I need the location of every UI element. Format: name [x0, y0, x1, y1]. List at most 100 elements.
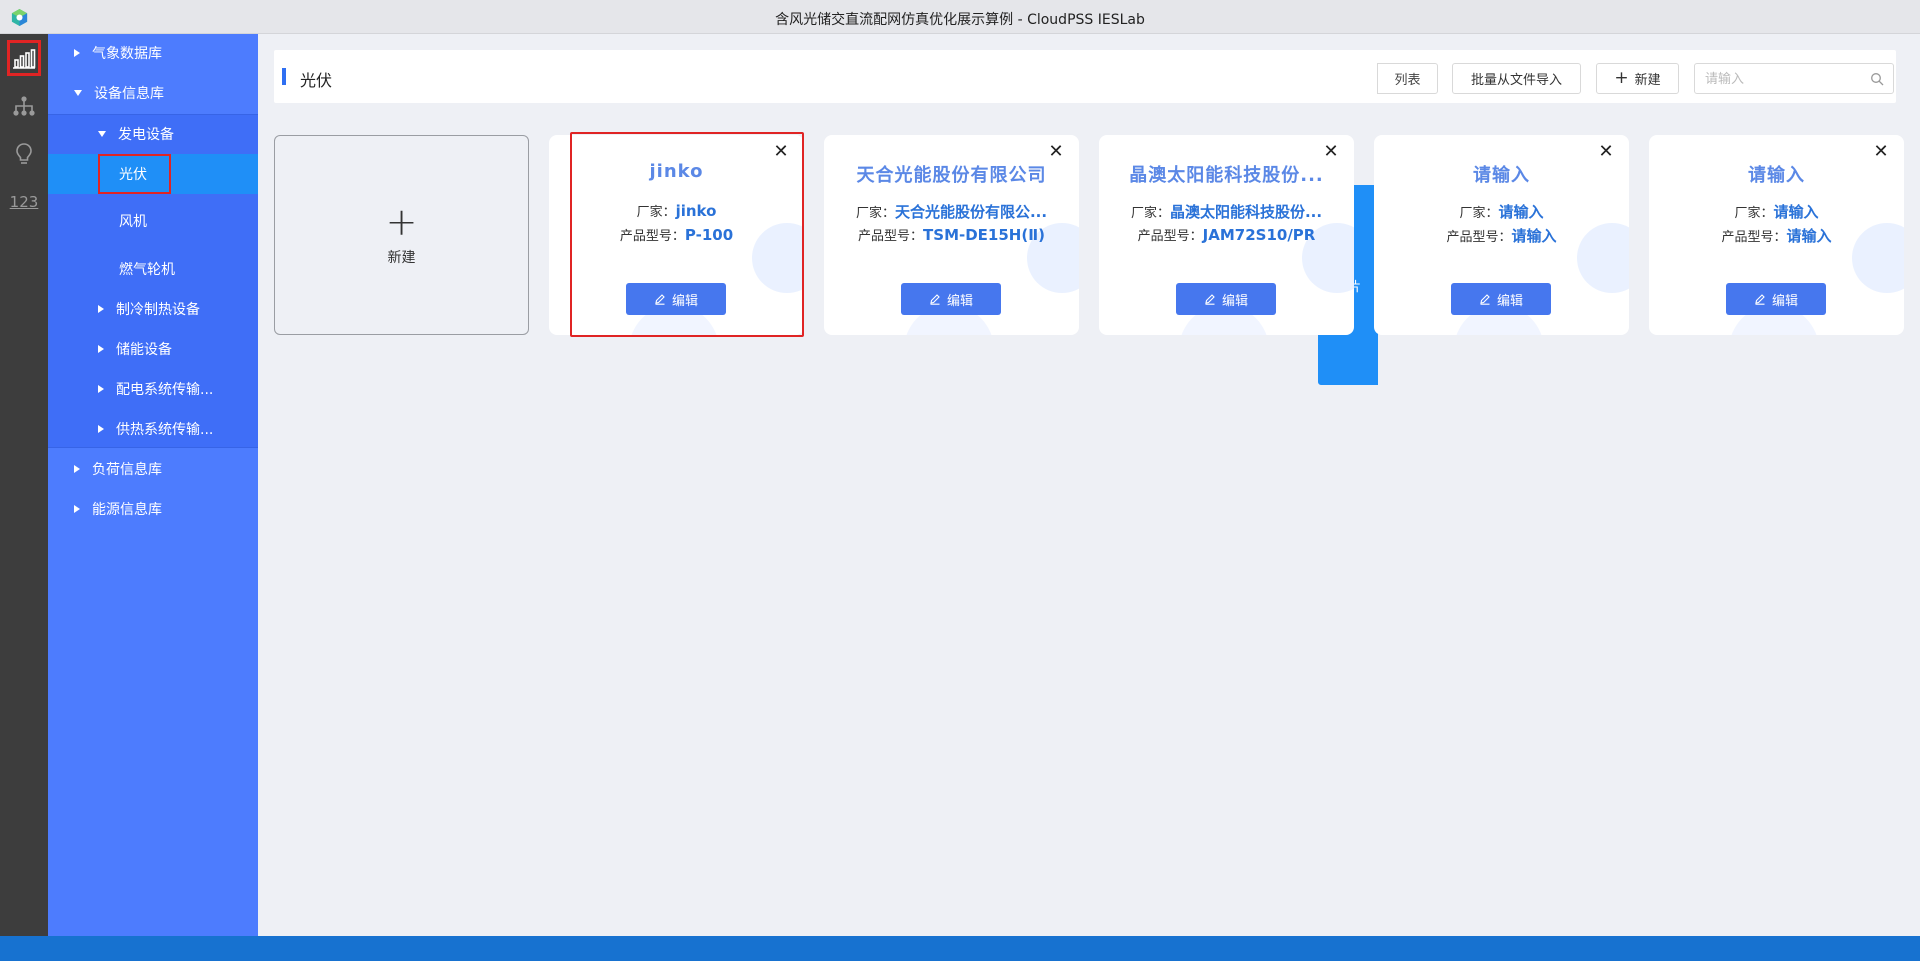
card-maker-row: 厂家：天合光能股份有限公... [836, 201, 1067, 222]
tree-item-weather-db[interactable]: 气象数据库 [48, 34, 258, 72]
edit-button[interactable]: 编辑 [901, 283, 1001, 315]
card-title: jinko [649, 161, 704, 182]
model-value: TSM-DE15H(Ⅱ) [923, 226, 1045, 244]
edit-button[interactable]: 编辑 [1726, 283, 1826, 315]
model-label: 产品型号： [858, 229, 924, 244]
caret-right-icon [74, 505, 80, 513]
rail-analytics-button[interactable] [7, 40, 41, 76]
edit-button[interactable]: 编辑 [626, 283, 726, 315]
status-bar [0, 936, 1920, 961]
pencil-icon [1205, 294, 1215, 305]
card-model-row: 产品型号：P-100 [561, 225, 792, 244]
icon-rail: 123 [0, 34, 48, 936]
caret-right-icon [74, 465, 80, 473]
new-item-card[interactable]: + 新建 [274, 135, 529, 335]
search-box [1694, 63, 1894, 94]
tree-item-label: 能源信息库 [92, 502, 162, 518]
plus-icon: + [385, 200, 418, 244]
tree-item-storage[interactable]: 储能设备 [48, 330, 258, 368]
caret-right-icon [74, 49, 80, 57]
edit-label: 编辑 [1496, 293, 1523, 309]
batch-import-button[interactable]: 批量从文件导入 [1452, 63, 1581, 94]
view-list-toggle[interactable]: 列表 [1377, 63, 1438, 94]
close-icon[interactable]: ✕ [1872, 143, 1890, 161]
caret-down-icon [74, 90, 82, 96]
tree-item-heating[interactable]: 供热系统传输... [48, 410, 258, 448]
close-icon[interactable]: ✕ [1047, 143, 1065, 161]
card-model-row: 产品型号：请输入 [1386, 225, 1617, 246]
caret-right-icon [98, 425, 104, 433]
new-button-label: 新建 [1634, 73, 1661, 88]
edit-label: 编辑 [671, 293, 698, 309]
title-accent-bar [282, 68, 286, 85]
tree-item-generation[interactable]: 发电设备 [48, 115, 258, 153]
selection-highlight [98, 154, 171, 194]
card-maker-row: 厂家：请输入 [1661, 201, 1892, 222]
tree-item-wind-turbine[interactable]: 风机 [48, 202, 258, 240]
tree-item-label: 燃气轮机 [119, 262, 175, 278]
equipment-card[interactable]: ✕ 请输入 厂家：请输入 产品型号：请输入 编辑 [1649, 135, 1904, 335]
close-icon[interactable]: ✕ [1597, 143, 1615, 161]
edit-button[interactable]: 编辑 [1176, 283, 1276, 315]
caret-down-icon [98, 131, 106, 137]
maker-label: 厂家： [1459, 206, 1499, 221]
edit-label: 编辑 [946, 293, 973, 309]
maker-label: 厂家： [855, 206, 895, 221]
search-icon[interactable] [1870, 72, 1884, 86]
model-value: 请输入 [1511, 227, 1557, 245]
pencil-icon [655, 294, 665, 305]
card-model-row: 产品型号：JAM72S10/PR [1111, 225, 1342, 244]
tree-item-label: 储能设备 [116, 342, 172, 358]
new-button[interactable]: + 新建 [1596, 63, 1679, 94]
tree-item-load-db[interactable]: 负荷信息库 [48, 450, 258, 488]
edit-button[interactable]: 编辑 [1451, 283, 1551, 315]
maker-value: 请输入 [1773, 203, 1819, 221]
maker-label: 厂家： [636, 205, 676, 220]
maker-value: 请输入 [1498, 203, 1544, 221]
tree-item-label: 气象数据库 [92, 46, 162, 62]
tree-item-distribution[interactable]: 配电系统传输... [48, 370, 258, 408]
tree-item-label: 配电系统传输... [116, 382, 214, 398]
equipment-card[interactable]: ✕ 晶澳太阳能科技股份... 厂家：晶澳太阳能科技股份... 产品型号：JAM7… [1099, 135, 1354, 335]
edit-label: 编辑 [1221, 293, 1248, 309]
equipment-card[interactable]: ✕ jinko 厂家：jinko 产品型号：P-100 编辑 [549, 135, 804, 335]
equipment-card[interactable]: ✕ 天合光能股份有限公司 厂家：天合光能股份有限公... 产品型号：TSM-DE… [824, 135, 1079, 335]
tree-item-energy-db[interactable]: 能源信息库 [48, 490, 258, 528]
maker-label: 厂家： [1734, 206, 1774, 221]
caret-right-icon [98, 385, 104, 393]
model-label: 产品型号： [619, 229, 685, 244]
caret-right-icon [98, 345, 104, 353]
maker-value: jinko [675, 202, 717, 220]
search-input[interactable] [1705, 69, 1865, 89]
maker-value: 天合光能股份有限公... [894, 203, 1048, 221]
rail-topology-button[interactable] [7, 88, 41, 124]
tree-item-gas-turbine[interactable]: 燃气轮机 [48, 250, 258, 288]
window-titlebar: 含风光储交直流配网仿真优化展示算例 - CloudPSS IESLab [0, 0, 1920, 34]
lightbulb-icon [16, 143, 32, 164]
hierarchy-icon [13, 96, 35, 116]
rail-ideas-button[interactable] [7, 136, 41, 172]
card-title: 晶澳太阳能科技股份... [1129, 165, 1324, 186]
card-title: 请输入 [1473, 165, 1530, 186]
rail-numbers-button[interactable]: 123 [7, 184, 41, 220]
new-item-label: 新建 [387, 250, 416, 266]
model-value: P-100 [684, 226, 734, 244]
bar-chart-icon [13, 49, 36, 69]
tree-item-label: 设备信息库 [94, 86, 164, 102]
tree-item-hvac[interactable]: 制冷制热设备 [48, 290, 258, 328]
equipment-card[interactable]: ✕ 请输入 厂家：请输入 产品型号：请输入 编辑 [1374, 135, 1629, 335]
pencil-icon [930, 294, 940, 305]
pencil-icon [1755, 294, 1765, 305]
model-label: 产品型号： [1137, 229, 1203, 244]
card-maker-row: 厂家：jinko [561, 201, 792, 220]
tree-item-equipment-db[interactable]: 设备信息库 [48, 74, 258, 112]
tree-item-label: 制冷制热设备 [116, 302, 200, 318]
card-model-row: 产品型号：请输入 [1661, 225, 1892, 246]
close-icon[interactable]: ✕ [1322, 143, 1340, 161]
card-title: 天合光能股份有限公司 [856, 165, 1047, 186]
maker-label: 厂家： [1130, 206, 1170, 221]
card-maker-row: 厂家：请输入 [1386, 201, 1617, 222]
edit-label: 编辑 [1771, 293, 1798, 309]
model-value: JAM72S10/PR [1202, 226, 1316, 244]
close-icon[interactable]: ✕ [772, 143, 790, 161]
